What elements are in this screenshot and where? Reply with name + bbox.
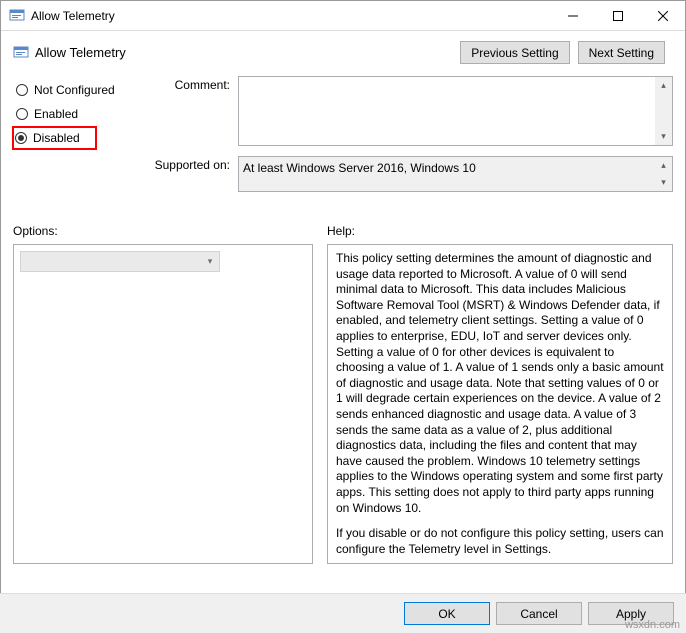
content: Not Configured Enabled Disabled Comment:… <box>1 68 685 216</box>
footer: OK Cancel Apply <box>0 593 686 633</box>
close-button[interactable] <box>640 1 685 30</box>
minimize-button[interactable] <box>550 1 595 30</box>
scroll-up-icon[interactable]: ▴ <box>655 157 672 174</box>
options-panel: ▾ <box>13 244 313 564</box>
scroll-up-icon[interactable]: ▴ <box>655 77 672 94</box>
window-title: Allow Telemetry <box>31 9 550 23</box>
header: Allow Telemetry Previous Setting Next Se… <box>1 31 685 68</box>
scroll-arrows: ▴ ▾ <box>655 157 672 191</box>
maximize-button[interactable] <box>595 1 640 30</box>
supported-label: Supported on: <box>153 156 238 192</box>
options-label: Options: <box>13 224 313 238</box>
scroll-arrows: ▴ ▾ <box>655 77 672 145</box>
app-icon <box>9 8 25 24</box>
radio-label: Disabled <box>33 131 80 145</box>
radio-icon <box>16 84 28 96</box>
comment-value <box>239 77 655 145</box>
titlebar: Allow Telemetry <box>1 1 685 31</box>
radio-disabled[interactable]: Disabled <box>12 126 97 150</box>
lower-panels: Options: ▾ Help: This policy setting det… <box>1 224 685 564</box>
help-label: Help: <box>327 224 673 238</box>
ok-button[interactable]: OK <box>404 602 490 625</box>
previous-setting-button[interactable]: Previous Setting <box>460 41 569 64</box>
scroll-down-icon[interactable]: ▾ <box>655 174 672 191</box>
supported-on-value: At least Windows Server 2016, Windows 10 <box>239 157 655 191</box>
radio-icon <box>16 108 28 120</box>
setting-title: Allow Telemetry <box>35 45 460 60</box>
help-panel: This policy setting determines the amoun… <box>327 244 673 564</box>
state-radio-group: Not Configured Enabled Disabled <box>13 76 153 202</box>
window-controls <box>550 1 685 30</box>
help-paragraph: This policy setting determines the amoun… <box>336 251 664 516</box>
watermark: wsxdn.com <box>625 619 680 631</box>
radio-not-configured[interactable]: Not Configured <box>13 78 153 102</box>
supported-on-box: At least Windows Server 2016, Windows 10… <box>238 156 673 192</box>
radio-enabled[interactable]: Enabled <box>13 102 153 126</box>
radio-icon <box>15 132 27 144</box>
radio-label: Enabled <box>34 107 78 121</box>
help-text: This policy setting determines the amoun… <box>336 251 664 557</box>
scroll-down-icon[interactable]: ▾ <box>655 128 672 145</box>
policy-icon <box>13 45 29 61</box>
radio-label: Not Configured <box>34 83 115 97</box>
options-dropdown[interactable]: ▾ <box>20 251 220 272</box>
fields: Comment: ▴ ▾ Supported on: At least Wind… <box>153 76 673 202</box>
cancel-button[interactable]: Cancel <box>496 602 582 625</box>
next-setting-button[interactable]: Next Setting <box>578 41 665 64</box>
help-paragraph: If you disable or do not configure this … <box>336 526 664 557</box>
comment-label: Comment: <box>153 76 238 146</box>
comment-input[interactable]: ▴ ▾ <box>238 76 673 146</box>
chevron-down-icon: ▾ <box>201 252 219 271</box>
